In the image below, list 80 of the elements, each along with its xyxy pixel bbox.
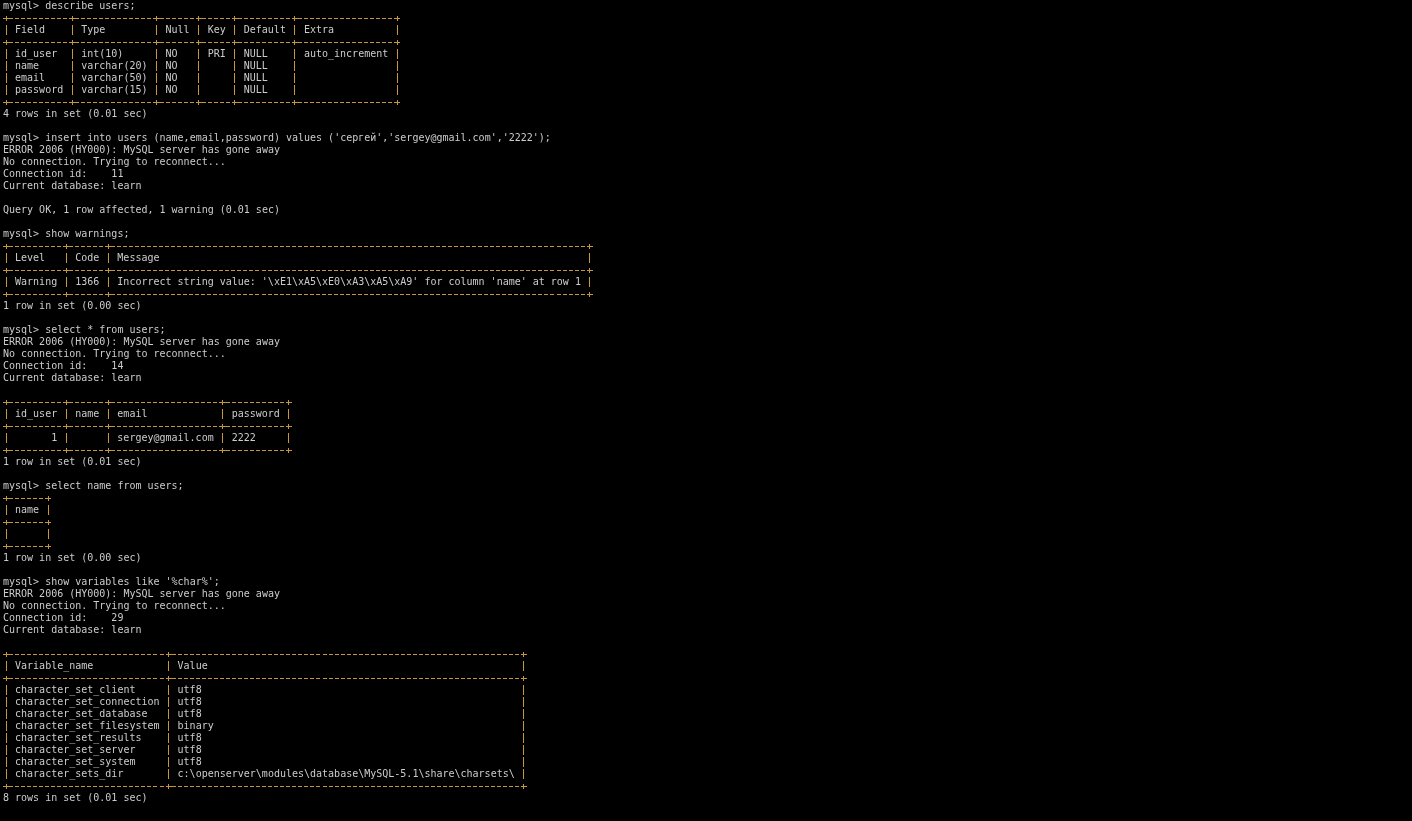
table-cell: varchar(15) bbox=[81, 84, 148, 95]
console-line: No connection. Trying to reconnect... bbox=[3, 156, 226, 167]
console-line: ERROR 2006 (HY000): MySQL server has gone away bbox=[3, 336, 280, 347]
table-cell: NULL bbox=[243, 84, 268, 95]
console-line: Connection id: 11 bbox=[3, 168, 124, 179]
table-cell: binary bbox=[177, 720, 214, 731]
column-header: Variable_name bbox=[15, 660, 94, 671]
console-line: mysql> show warnings; bbox=[3, 228, 130, 239]
table-cell: utf8 bbox=[177, 708, 202, 719]
table-cell: character_set_server bbox=[15, 744, 136, 755]
table-cell: auto_increment bbox=[303, 48, 389, 59]
table-cell: utf8 bbox=[177, 696, 202, 707]
column-header: Message bbox=[117, 252, 160, 263]
console-line: mysql> describe users; bbox=[3, 0, 136, 11]
console-line: No connection. Trying to reconnect... bbox=[3, 348, 226, 359]
console-line: 4 rows in set (0.01 sec) bbox=[3, 108, 148, 119]
table-cell: character_set_client bbox=[15, 684, 136, 695]
console-line: Current database: learn bbox=[3, 372, 142, 383]
column-header: Value bbox=[177, 660, 208, 671]
column-header: name bbox=[15, 504, 40, 515]
column-header: Default bbox=[243, 24, 286, 35]
console-line: Query OK, 1 row affected, 1 warning (0.01 sec) bbox=[3, 204, 280, 215]
table-cell: NULL bbox=[243, 48, 268, 59]
table-cell: NULL bbox=[243, 72, 268, 83]
table-cell: NO bbox=[165, 48, 178, 59]
table-cell: 2222 bbox=[231, 432, 256, 443]
table-cell: utf8 bbox=[177, 744, 202, 755]
table-cell: NO bbox=[165, 72, 178, 83]
table-cell: character_set_filesystem bbox=[15, 720, 160, 731]
table-cell: character_set_database bbox=[15, 708, 148, 719]
console-line: mysql> select name from users; bbox=[3, 480, 184, 491]
table-cell: character_set_results bbox=[15, 732, 142, 743]
column-header: Code bbox=[75, 252, 100, 263]
column-header: password bbox=[231, 408, 280, 419]
console-line: 1 row in set (0.00 sec) bbox=[3, 552, 142, 563]
console-line: 8 rows in set (0.01 sec) bbox=[3, 792, 148, 803]
console-line: Current database: learn bbox=[3, 180, 142, 191]
table-cell: password bbox=[15, 84, 64, 95]
table-cell: character_sets_dir bbox=[15, 768, 124, 779]
table-cell: PRI bbox=[207, 48, 226, 59]
console-line: No connection. Trying to reconnect... bbox=[3, 600, 226, 611]
console-line: mysql> show variables like '%char%'; bbox=[3, 576, 220, 587]
table-cell: NULL bbox=[243, 60, 268, 71]
table-cell: int(10) bbox=[81, 48, 124, 59]
console-line: Connection id: 14 bbox=[3, 360, 124, 371]
table-cell: 1366 bbox=[75, 276, 100, 287]
table-cell: 1 bbox=[51, 432, 58, 443]
column-header: Key bbox=[207, 24, 226, 35]
table-cell: c:\openserver\modules\database\MySQL-5.1\share\charsets\ bbox=[177, 768, 515, 779]
column-header: email bbox=[117, 408, 148, 419]
console-line: Current database: learn bbox=[3, 624, 142, 635]
table-cell: character_set_connection bbox=[15, 696, 160, 707]
table-cell: sergey@gmail.com bbox=[117, 432, 214, 443]
console-line: mysql> select * from users; bbox=[3, 324, 166, 335]
column-header: Null bbox=[165, 24, 190, 35]
console-line: Connection id: 29 bbox=[3, 612, 124, 623]
column-header: Level bbox=[15, 252, 46, 263]
column-header: id_user bbox=[15, 408, 58, 419]
console-line: ERROR 2006 (HY000): MySQL server has gone away bbox=[3, 144, 280, 155]
console-line: mysql> insert into users (name,email,password) values ('сергей','sergey@gmail.com','2222'); bbox=[3, 132, 551, 143]
console-line: ERROR 2006 (HY000): MySQL server has gone away bbox=[3, 588, 280, 599]
table-cell: name bbox=[15, 60, 40, 71]
column-header: Extra bbox=[303, 24, 335, 35]
table-cell: utf8 bbox=[177, 732, 202, 743]
table-cell: utf8 bbox=[177, 684, 202, 695]
table-cell: utf8 bbox=[177, 756, 202, 767]
console-line: 1 row in set (0.01 sec) bbox=[3, 456, 142, 467]
column-header: Type bbox=[81, 24, 106, 35]
table-cell: Incorrect string value: '\xE1\xA5\xE0\xA3\xA5\xA9' for column 'name' at row 1 bbox=[117, 276, 581, 287]
table-cell: email bbox=[15, 72, 46, 83]
table-cell: NO bbox=[165, 60, 178, 71]
table-cell: NO bbox=[165, 84, 178, 95]
table-cell: character_set_system bbox=[15, 756, 136, 767]
table-cell: varchar(50) bbox=[81, 72, 148, 83]
column-header: Field bbox=[15, 24, 46, 35]
console-line: 1 row in set (0.00 sec) bbox=[3, 300, 142, 311]
table-cell: varchar(20) bbox=[81, 60, 148, 71]
table-cell: id_user bbox=[15, 48, 58, 59]
column-header: name bbox=[75, 408, 100, 419]
table-cell: Warning bbox=[15, 276, 58, 287]
